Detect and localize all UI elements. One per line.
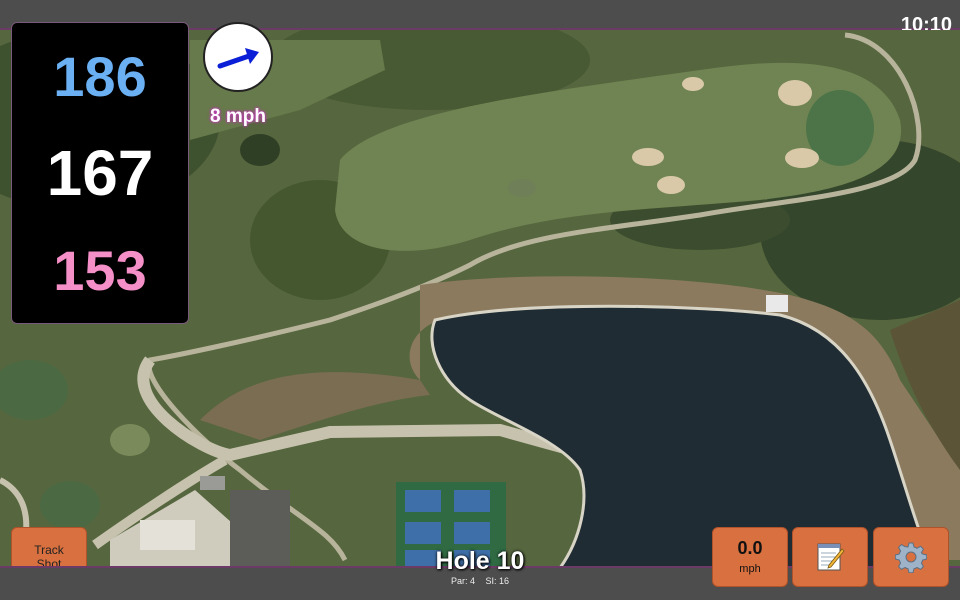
front-of-green-distance: 153 xyxy=(53,239,147,302)
middle-of-green-distance: 167 xyxy=(46,137,154,209)
speed-unit: mph xyxy=(739,563,761,575)
wind-speed-label: 8 mph xyxy=(210,106,266,127)
wind-arrow-icon xyxy=(217,48,259,69)
stroke-index-label: SI: 16 xyxy=(485,576,510,586)
hole-title: Hole 10 xyxy=(435,547,525,575)
distance-panel: 186 167 153 xyxy=(11,22,189,324)
settings-button[interactable] xyxy=(873,527,949,587)
notes-button[interactable] xyxy=(792,527,868,587)
gear-icon xyxy=(895,542,927,573)
speed-button[interactable]: 0.0 mph xyxy=(712,527,788,587)
track-shot-label-line1: Track xyxy=(34,543,64,557)
speed-value: 0.0 xyxy=(737,538,763,558)
back-of-green-distance: 186 xyxy=(53,45,147,108)
par-label: Par: 4 xyxy=(450,576,475,586)
wind-direction-indicator xyxy=(203,22,273,92)
notepad-pencil-icon xyxy=(817,543,845,571)
hole-info: Par: 4 SI: 16 xyxy=(380,577,580,586)
